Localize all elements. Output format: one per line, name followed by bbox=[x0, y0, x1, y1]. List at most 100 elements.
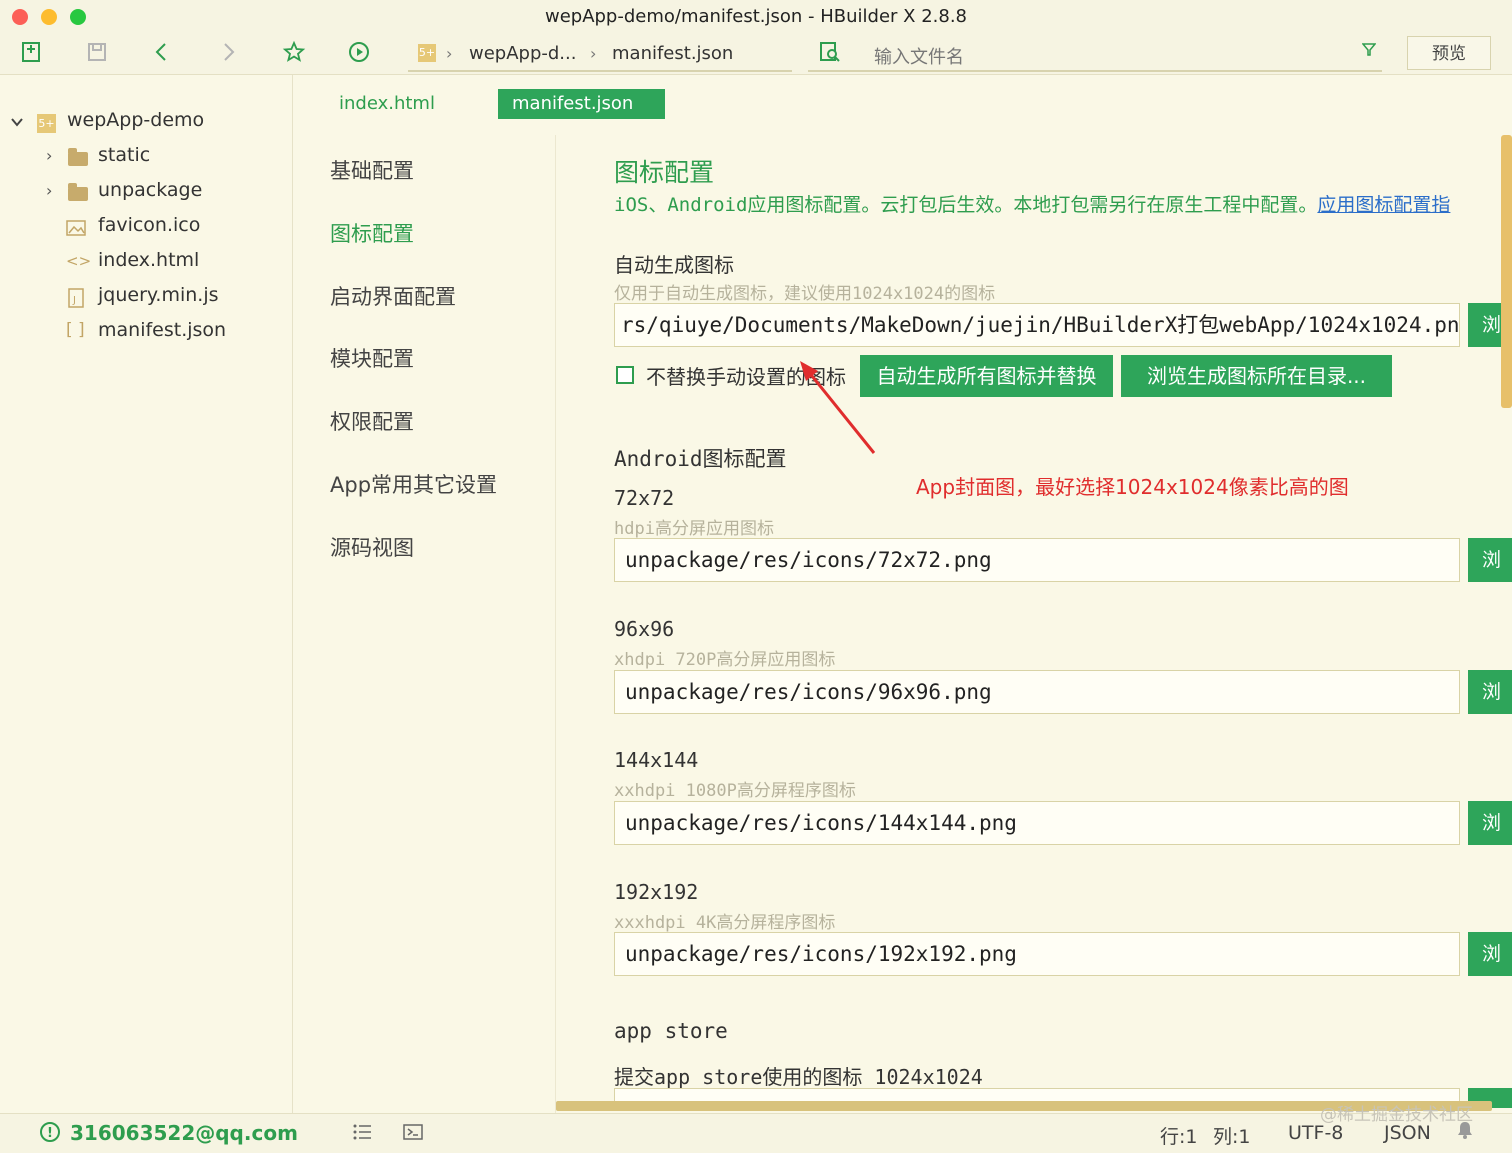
window-title: wepApp-demo/manifest.json - HBuilder X 2… bbox=[544, 6, 968, 27]
tree-item-favicon[interactable]: favicon.ico bbox=[46, 214, 276, 244]
nav-app-other-settings[interactable]: App常用其它设置 bbox=[330, 469, 497, 499]
breadcrumb-project[interactable]: wepApp-d... bbox=[469, 43, 576, 64]
breadcrumb: 5+ › wepApp-d... › manifest.json bbox=[408, 38, 792, 72]
icon-config-guide-link[interactable]: 应用图标配置指 bbox=[1317, 194, 1450, 216]
appstore-section-title: app store bbox=[614, 1019, 728, 1043]
nav-icon-config[interactable]: 图标配置 bbox=[330, 218, 414, 248]
vertical-scrollbar[interactable] bbox=[1501, 135, 1512, 408]
project-badge-icon: 5+ bbox=[37, 114, 56, 133]
tree-item-unpackage[interactable]: › unpackage bbox=[46, 179, 276, 209]
auto-generate-hint: 仅用于自动生成图标，建议使用1024x1024的图标 bbox=[614, 284, 996, 304]
breadcrumb-file[interactable]: manifest.json bbox=[612, 43, 733, 64]
section-title: 图标配置 bbox=[614, 158, 715, 187]
watermark: @稀土掘金技术社区 bbox=[1320, 1105, 1473, 1125]
icon-size-label: 72x72 bbox=[614, 486, 675, 510]
project-root[interactable]: 5+ wepApp-demo bbox=[10, 109, 280, 139]
generate-icons-button[interactable]: 自动生成所有图标并替换 bbox=[860, 355, 1113, 397]
tab-manifest-json[interactable]: manifest.json bbox=[498, 89, 665, 119]
nav-source-view[interactable]: 源码视图 bbox=[330, 532, 414, 562]
star-icon[interactable] bbox=[280, 40, 308, 68]
image-file-icon bbox=[66, 216, 86, 241]
toolbar: 5+ › wepApp-d... › manifest.json 输入文件名 预… bbox=[0, 34, 1512, 75]
icon-path-input-144[interactable]: unpackage/res/icons/144x144.png bbox=[614, 801, 1460, 845]
file-search-input[interactable]: 输入文件名 bbox=[874, 43, 964, 69]
annotation-text: App封面图，最好选择1024x1024像素比高的图 bbox=[916, 475, 1349, 499]
icon-config-panel: 图标配置 iOS、Android应用图标配置。云打包后生效。本地打包需另行在原生… bbox=[556, 135, 1512, 1113]
tree-item-label: static bbox=[98, 144, 151, 166]
project-type-badge: 5+ bbox=[418, 44, 436, 62]
project-name: wepApp-demo bbox=[67, 109, 205, 131]
icon-size-label: 96x96 bbox=[614, 617, 675, 641]
browse-icon-72-button[interactable]: 浏览 bbox=[1468, 538, 1512, 582]
nav-splash-config[interactable]: 启动界面配置 bbox=[330, 281, 456, 311]
back-icon[interactable] bbox=[148, 40, 176, 68]
terminal-icon[interactable] bbox=[403, 1122, 423, 1147]
icon-size-label: 144x144 bbox=[614, 748, 699, 772]
user-icon: ! bbox=[40, 1122, 60, 1142]
tree-item-index-html[interactable]: <> index.html bbox=[46, 249, 276, 279]
html-file-icon: <> bbox=[66, 252, 92, 270]
file-search-box[interactable]: 输入文件名 bbox=[808, 38, 1382, 72]
section-description: iOS、Android应用图标配置。云打包后生效。本地打包需另行在原生工程中配置… bbox=[614, 190, 1450, 217]
auto-generate-title: 自动生成图标 bbox=[614, 253, 734, 277]
no-replace-label[interactable]: 不替换手动设置的图标 bbox=[646, 361, 846, 390]
editor-area: index.html manifest.json 基础配置 图标配置 启动界面配… bbox=[293, 75, 1512, 1113]
user-account[interactable]: 316063522@qq.com bbox=[70, 1121, 298, 1145]
tree-item-label: manifest.json bbox=[98, 319, 227, 341]
icon-size-hint: hdpi高分屏应用图标 bbox=[614, 519, 774, 539]
run-icon[interactable] bbox=[345, 40, 373, 68]
chevron-right-icon[interactable]: › bbox=[46, 181, 52, 200]
icon-path-input-192[interactable]: unpackage/res/icons/192x192.png bbox=[614, 932, 1460, 976]
manifest-nav: 基础配置 图标配置 启动界面配置 模块配置 权限配置 App常用其它设置 源码视… bbox=[293, 135, 556, 1113]
nav-basic-config[interactable]: 基础配置 bbox=[330, 155, 414, 185]
project-explorer: 5+ wepApp-demo › static › unpackage favi… bbox=[0, 75, 293, 1113]
folder-icon bbox=[68, 148, 88, 166]
browse-icon-96-button[interactable]: 浏览 bbox=[1468, 670, 1512, 714]
status-bar: ! 316063522@qq.com 行:1 列:1 UTF-8 JSON bbox=[0, 1113, 1512, 1153]
svg-text:J: J bbox=[72, 295, 76, 306]
nav-module-config[interactable]: 模块配置 bbox=[330, 343, 414, 373]
filter-icon[interactable] bbox=[1361, 42, 1377, 60]
nav-permission-config[interactable]: 权限配置 bbox=[330, 406, 414, 436]
tree-item-label: favicon.ico bbox=[98, 214, 201, 236]
folder-icon bbox=[68, 183, 88, 201]
tab-index-html[interactable]: index.html bbox=[325, 89, 449, 119]
no-replace-checkbox[interactable] bbox=[616, 366, 634, 384]
browse-icon-144-button[interactable]: 浏览 bbox=[1468, 801, 1512, 845]
save-icon[interactable] bbox=[83, 40, 111, 68]
tree-item-label: unpackage bbox=[98, 179, 203, 201]
js-file-icon: J bbox=[68, 286, 84, 312]
cursor-row: 行:1 bbox=[1160, 1126, 1198, 1148]
appstore-hint: 提交app store使用的图标 1024x1024 bbox=[614, 1065, 983, 1089]
syntax-mode[interactable]: JSON bbox=[1384, 1122, 1431, 1144]
new-file-icon[interactable] bbox=[17, 40, 45, 68]
browse-icon-192-button[interactable]: 浏览 bbox=[1468, 932, 1512, 976]
json-file-icon: [ ] bbox=[66, 320, 85, 340]
android-section-title: Android图标配置 bbox=[614, 447, 787, 471]
title-bar: wepApp-demo/manifest.json - HBuilder X 2… bbox=[0, 0, 1512, 34]
tree-item-static[interactable]: › static bbox=[46, 144, 276, 174]
tree-item-label: index.html bbox=[98, 249, 200, 271]
tree-item-manifest[interactable]: [ ] manifest.json bbox=[46, 319, 276, 349]
chevron-right-icon: › bbox=[446, 44, 453, 63]
icon-path-input-96[interactable]: unpackage/res/icons/96x96.png bbox=[614, 670, 1460, 714]
icon-size-label: 192x192 bbox=[614, 880, 699, 904]
icon-size-hint: xxxhdpi 4K高分屏程序图标 bbox=[614, 913, 836, 933]
chevron-right-icon[interactable]: › bbox=[46, 146, 52, 165]
cursor-col: 列:1 bbox=[1213, 1126, 1251, 1148]
description-text: iOS、Android应用图标配置。云打包后生效。本地打包需另行在原生工程中配置… bbox=[614, 194, 1318, 216]
icon-size-hint: xxhdpi 1080P高分屏程序图标 bbox=[614, 781, 856, 801]
file-encoding[interactable]: UTF-8 bbox=[1288, 1122, 1343, 1144]
auto-icon-path-input[interactable]: rs/qiuye/Documents/MakeDown/juejin/HBuil… bbox=[614, 303, 1460, 347]
file-search-icon bbox=[818, 40, 842, 69]
preview-button[interactable]: 预览 bbox=[1407, 36, 1491, 70]
browse-icon-dir-button[interactable]: 浏览生成图标所在目录... bbox=[1121, 355, 1392, 397]
icon-size-hint: xhdpi 720P高分屏应用图标 bbox=[614, 650, 836, 670]
tree-item-jquery[interactable]: J jquery.min.js bbox=[46, 284, 276, 314]
forward-icon[interactable] bbox=[214, 40, 242, 68]
outline-icon[interactable] bbox=[352, 1122, 372, 1147]
icon-path-input-72[interactable]: unpackage/res/icons/72x72.png bbox=[614, 538, 1460, 582]
chevron-right-icon: › bbox=[590, 44, 597, 63]
tree-item-label: jquery.min.js bbox=[98, 284, 219, 306]
chevron-down-icon[interactable] bbox=[10, 111, 24, 133]
